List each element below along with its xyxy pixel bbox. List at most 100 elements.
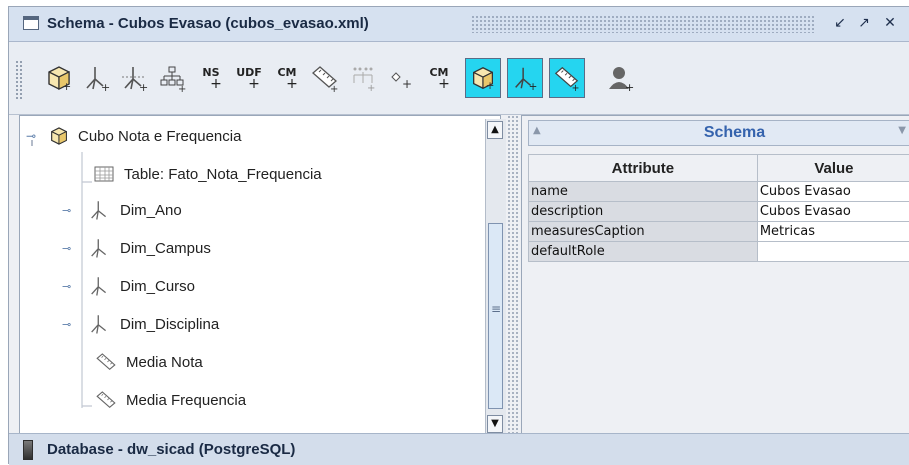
- add-dimension-usage-icon: +: [120, 63, 150, 93]
- svg-text:+: +: [572, 83, 580, 92]
- value-cell[interactable]: Metricas: [757, 222, 909, 242]
- table-row[interactable]: description Cubos Evasao: [529, 202, 909, 222]
- svg-text:+: +: [101, 81, 110, 93]
- tree-item-table[interactable]: Table: Fato_Nota_Frequencia: [20, 162, 322, 186]
- dimension-icon: [88, 312, 110, 336]
- add-virtual-measure-icon: +: [553, 64, 581, 92]
- scroll-up-icon[interactable]: ▲: [487, 121, 503, 139]
- add-level-button[interactable]: +: [345, 58, 381, 98]
- svg-text:+: +: [625, 81, 634, 93]
- add-virtual-measure-button[interactable]: +: [549, 58, 585, 98]
- properties-header: ▲ Schema ▼: [528, 120, 909, 146]
- properties-table: Attribute Value name Cubos Evasao descri…: [528, 154, 909, 262]
- title-bar[interactable]: Schema - Cubos Evasao (cubos_evasao.xml)…: [9, 7, 909, 42]
- add-level-icon: +: [348, 63, 378, 93]
- svg-text:+: +: [529, 81, 538, 92]
- add-cube-button[interactable]: +: [41, 58, 77, 98]
- status-bar: Database - dw_sicad (PostgreSQL): [9, 433, 909, 465]
- database-icon: [23, 440, 33, 460]
- tree-item-label: Media Nota: [126, 354, 203, 371]
- svg-text:+: +: [367, 83, 375, 93]
- add-virtual-cube-icon: +: [469, 64, 497, 92]
- scroll-down-icon[interactable]: ▼: [487, 415, 503, 433]
- toolbar: + + + +: [9, 42, 909, 115]
- dimension-icon: [88, 198, 110, 222]
- column-header-value[interactable]: Value: [757, 155, 909, 182]
- column-header-attribute[interactable]: Attribute: [529, 155, 758, 182]
- attribute-cell: measuresCaption: [529, 222, 758, 242]
- add-role-icon: +: [606, 63, 636, 93]
- tree-item-label: Media Frequencia: [126, 392, 246, 409]
- expand-handle-icon[interactable]: ⊸: [26, 129, 42, 143]
- properties-panel: ▲ Schema ▼ Attribute Value name Cubos Ev…: [521, 115, 909, 435]
- add-virtual-cube-button[interactable]: +: [465, 58, 501, 98]
- add-calc-member-prop-icon: CM+: [428, 67, 450, 90]
- tree-item-label: Dim_Campus: [120, 240, 211, 257]
- table-row[interactable]: name Cubos Evasao: [529, 182, 909, 202]
- add-udf-button[interactable]: UDF+: [231, 58, 267, 98]
- table-row[interactable]: defaultRole: [529, 242, 909, 262]
- window-icon: [23, 16, 39, 30]
- split-divider[interactable]: [507, 115, 519, 435]
- dimension-icon: [88, 274, 110, 298]
- svg-text:+: +: [402, 77, 412, 91]
- table-row[interactable]: measuresCaption Metricas: [529, 222, 909, 242]
- svg-text:+: +: [62, 80, 71, 93]
- tree-item-media-nota[interactable]: Media Nota: [20, 350, 203, 374]
- add-hierarchy-icon: +: [158, 63, 188, 93]
- svg-text:+: +: [330, 84, 338, 93]
- restore-icon[interactable]: ↙: [831, 14, 849, 32]
- add-role-button[interactable]: +: [603, 58, 639, 98]
- tree-item-label: Cubo Nota e Frequencia: [78, 128, 241, 145]
- schema-tree[interactable]: ⊸ Cubo Nota e Frequencia Table: Fato_Not…: [19, 115, 501, 435]
- dimension-icon: [88, 236, 110, 260]
- window-title: Schema - Cubos Evasao (cubos_evasao.xml): [47, 15, 369, 32]
- schema-window: Schema - Cubos Evasao (cubos_evasao.xml)…: [8, 6, 909, 464]
- add-calc-member-prop-button[interactable]: CM+: [421, 58, 457, 98]
- add-measure-icon: +: [310, 63, 340, 93]
- add-named-set-button[interactable]: NS+: [193, 58, 229, 98]
- tree-item-cube[interactable]: ⊸ Cubo Nota e Frequencia: [20, 124, 241, 148]
- expand-handle-icon[interactable]: ⊸: [62, 280, 78, 293]
- close-icon[interactable]: ✕: [881, 14, 899, 32]
- tree-item-media-frequencia[interactable]: Media Frequencia: [20, 388, 246, 412]
- dropdown-icon[interactable]: ▼: [898, 125, 906, 136]
- value-cell[interactable]: [757, 242, 909, 262]
- add-property-icon: +: [386, 63, 416, 93]
- add-property-button[interactable]: +: [383, 58, 419, 98]
- tree-scrollbar[interactable]: ▲ ▼: [485, 119, 506, 433]
- measure-icon: [94, 351, 118, 373]
- attribute-cell: defaultRole: [529, 242, 758, 262]
- attribute-cell: description: [529, 202, 758, 222]
- tree-item-dim-campus[interactable]: ⊸ Dim_Campus: [20, 236, 211, 260]
- scroll-thumb[interactable]: [488, 223, 503, 409]
- add-virtual-dimension-button[interactable]: +: [507, 58, 543, 98]
- add-dimension-button[interactable]: +: [79, 58, 115, 98]
- properties-title: Schema: [559, 121, 909, 145]
- tree-item-dim-curso[interactable]: ⊸ Dim_Curso: [20, 274, 195, 298]
- value-cell[interactable]: Cubos Evasao: [757, 202, 909, 222]
- svg-text:+: +: [486, 80, 495, 92]
- add-dimension-icon: +: [82, 63, 112, 93]
- add-hierarchy-button[interactable]: +: [155, 58, 191, 98]
- add-calculated-member-button[interactable]: CM+: [269, 58, 305, 98]
- tree-item-dim-disciplina[interactable]: ⊸ Dim_Disciplina: [20, 312, 219, 336]
- measure-icon: [94, 389, 118, 411]
- expand-handle-icon[interactable]: ⊸: [62, 318, 78, 331]
- tree-item-label: Table: Fato_Nota_Frequencia: [124, 166, 322, 183]
- add-virtual-dimension-icon: +: [511, 64, 539, 92]
- maximize-icon[interactable]: ↗: [855, 14, 873, 32]
- collapse-up-icon[interactable]: ▲: [533, 125, 541, 136]
- expand-handle-icon[interactable]: ⊸: [62, 204, 78, 217]
- value-cell[interactable]: Cubos Evasao: [757, 182, 909, 202]
- tree-item-label: Dim_Disciplina: [120, 316, 219, 333]
- tree-item-label: Dim_Curso: [120, 278, 195, 295]
- tree-item-dim-ano[interactable]: ⊸ Dim_Ano: [20, 198, 182, 222]
- add-named-set-icon: NS+: [200, 67, 222, 90]
- toolbar-grip[interactable]: [15, 60, 23, 100]
- tree-item-label: Dim_Ano: [120, 202, 182, 219]
- add-measure-button[interactable]: +: [307, 58, 343, 98]
- add-udf-icon: UDF+: [236, 67, 262, 90]
- expand-handle-icon[interactable]: ⊸: [62, 242, 78, 255]
- add-dimension-usage-button[interactable]: +: [117, 58, 153, 98]
